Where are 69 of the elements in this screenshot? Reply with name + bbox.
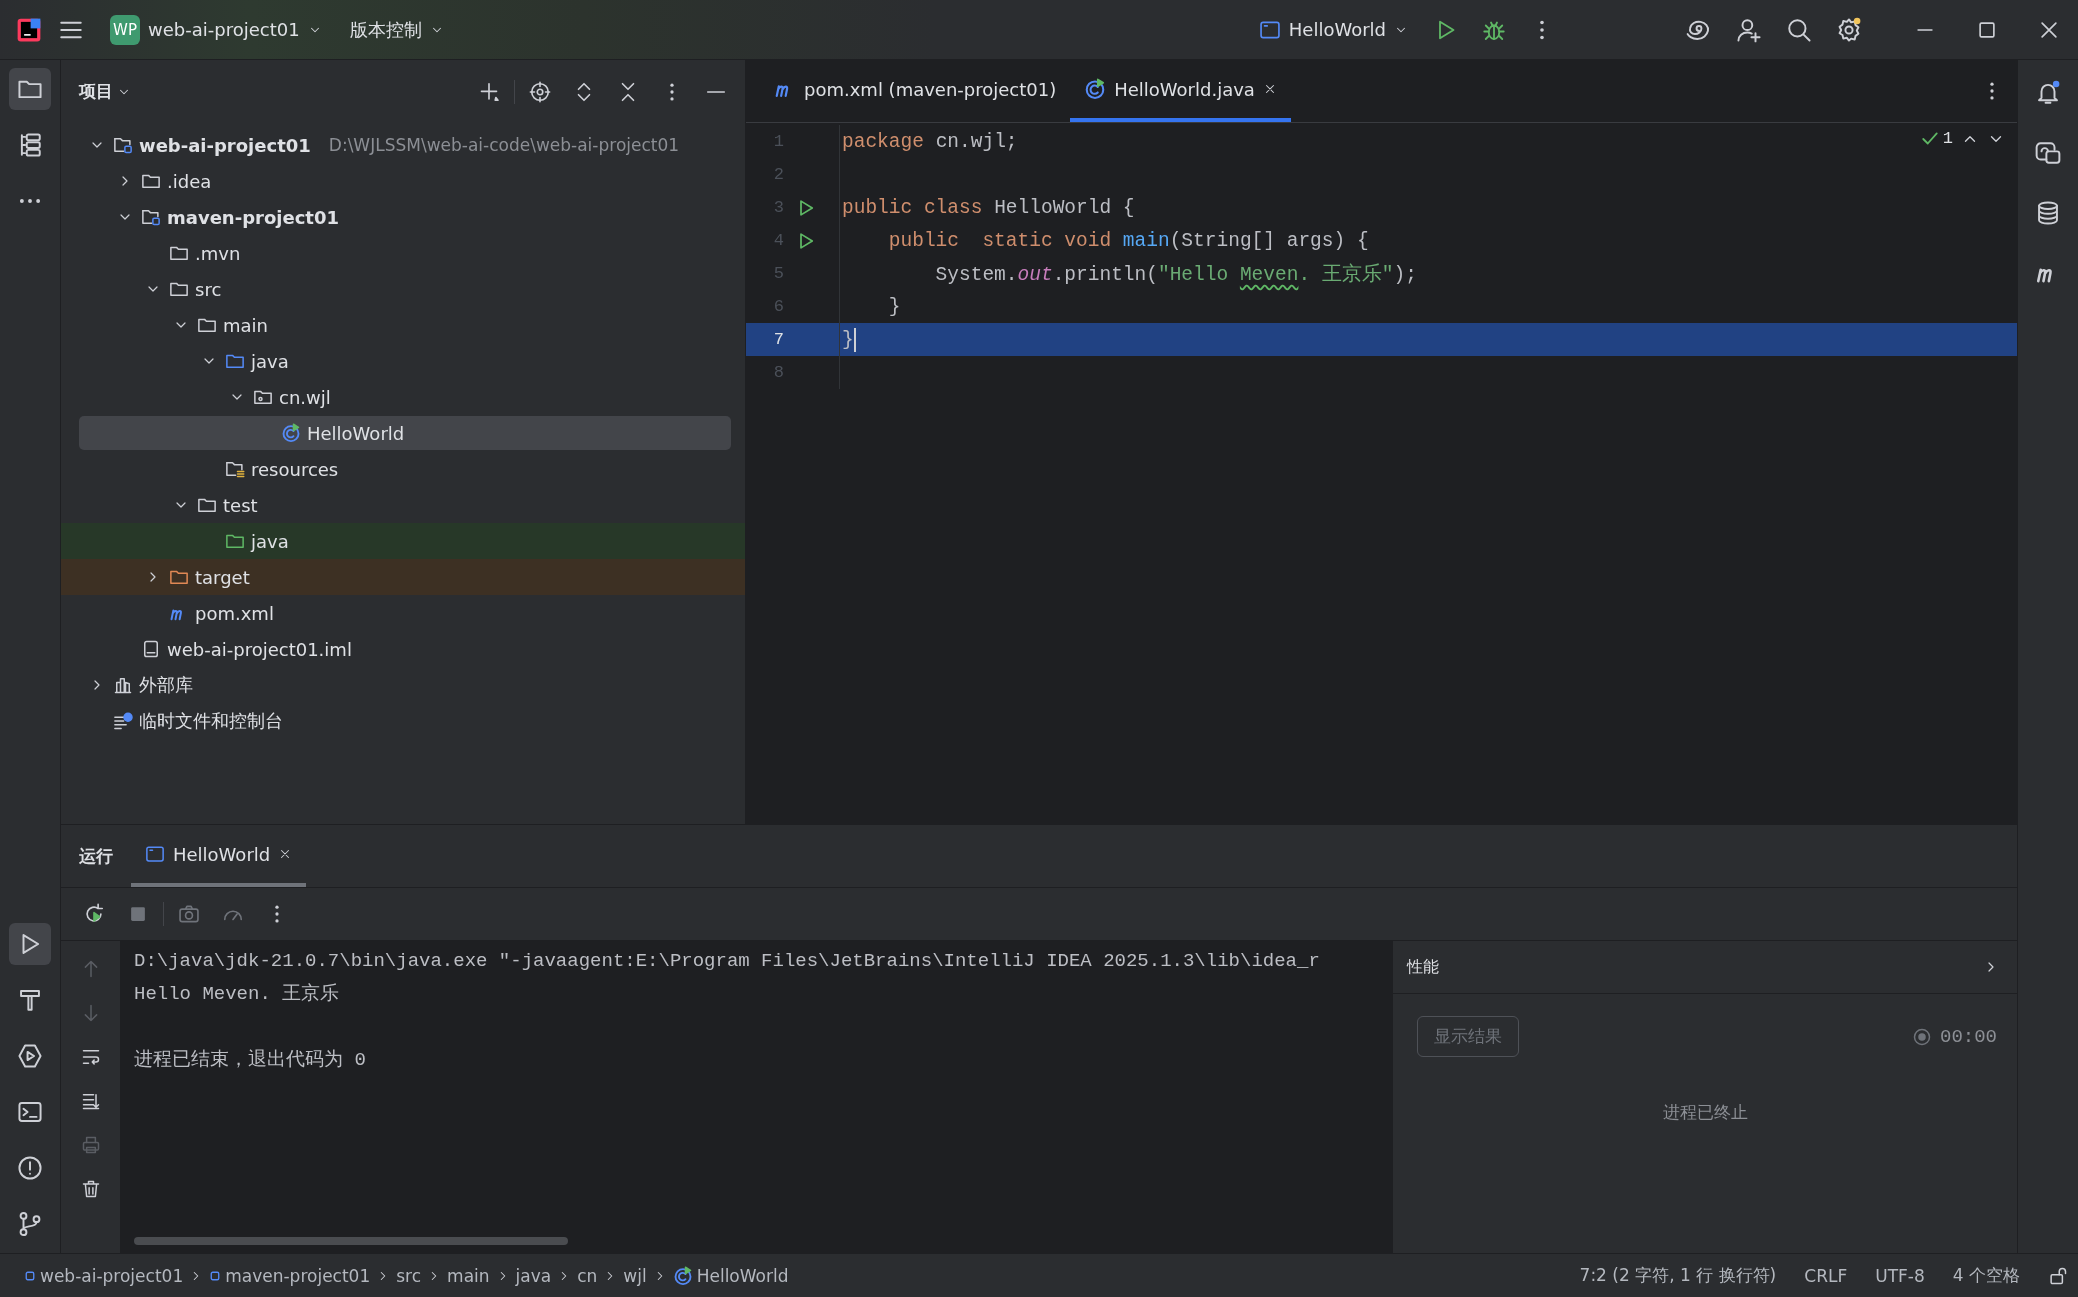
tree-item[interactable]: cn.wjl	[79, 380, 731, 414]
module-icon	[209, 1269, 222, 1282]
tree-item[interactable]: web-ai-project01 D:\WJLSSM\web-ai-code\web-ai-project01	[79, 128, 731, 162]
editor-tab[interactable]: HelloWorld.java	[1070, 60, 1291, 122]
class-icon	[672, 1265, 693, 1286]
run-icon[interactable]	[9, 923, 51, 965]
tree-item[interactable]: src	[79, 272, 731, 306]
breadcrumb[interactable]: maven-project01	[209, 1265, 371, 1286]
scratch-icon	[113, 711, 133, 731]
tree-item[interactable]: pom.xml	[79, 596, 731, 630]
status-item[interactable]: 7:2 (2 字符, 1 行 换行符)	[1579, 1264, 1777, 1287]
class-icon	[281, 423, 301, 443]
panel-title: 运行	[79, 844, 113, 868]
panel-title[interactable]: 项目	[79, 80, 113, 103]
code-line: System.out.println("Hello Meven. 王京乐");	[934, 262, 1417, 287]
console-line: D:\java\jdk-21.0.7\bin\java.exe "-javaagent:E:\Program Files\JetBrains\IntelliJ IDEA 2025.1.3\lib\idea_r	[134, 949, 1321, 974]
tree-item[interactable]: resources	[79, 452, 731, 486]
breadcrumb[interactable]: java	[515, 1265, 552, 1286]
lock-icon[interactable]	[2048, 1265, 2068, 1286]
project-badge: WP	[110, 14, 140, 45]
app-logo-icon[interactable]	[16, 16, 42, 43]
code-line: }	[887, 295, 901, 318]
tree-item[interactable]: 外部库	[79, 668, 731, 702]
tree-item[interactable]: main	[79, 308, 731, 342]
file-icon	[141, 639, 161, 659]
status-item[interactable]: 4 个空格	[1952, 1264, 2020, 1287]
resource-folder-icon	[225, 459, 245, 479]
panel-title: 性能	[1407, 956, 1439, 978]
vcs-menu[interactable]: 版本控制	[339, 11, 454, 48]
module-icon	[24, 1269, 36, 1282]
breadcrumb[interactable]: main	[447, 1265, 490, 1286]
run-config-selector[interactable]: HelloWorld	[1248, 12, 1418, 47]
breadcrumb[interactable]: web-ai-project01	[24, 1265, 184, 1286]
line-number: 7	[772, 330, 784, 349]
run-tab[interactable]: HelloWorld	[131, 825, 307, 887]
scrollbar[interactable]	[134, 1237, 568, 1245]
code-line: }	[842, 327, 856, 352]
console-line: Hello Meven. 王京乐	[134, 982, 341, 1007]
breadcrumb[interactable]: HelloWorld	[672, 1265, 789, 1286]
breadcrumb[interactable]: cn	[577, 1265, 598, 1286]
breadcrumb[interactable]: src	[396, 1265, 422, 1286]
status-text: 进程已终止	[1661, 1101, 1749, 1124]
class-icon	[1084, 78, 1107, 100]
console-window-icon	[145, 844, 165, 864]
tree-item[interactable]: .idea	[79, 164, 731, 198]
timer: 00:00	[1940, 1025, 1997, 1048]
tree-item[interactable]: HelloWorld	[79, 416, 731, 450]
folder-icon[interactable]	[9, 68, 51, 110]
tree-item[interactable]: maven-project01	[79, 200, 731, 234]
module-folder-icon	[113, 135, 133, 155]
code-line: public class HelloWorld {	[842, 196, 1135, 219]
project-path: D:\WJLSSM\web-ai-code\web-ai-project01	[328, 135, 680, 155]
status-item[interactable]: CRLF	[1804, 1265, 1848, 1286]
inspection-status[interactable]: 1	[1920, 129, 1953, 148]
module-folder-icon	[141, 207, 161, 227]
tree-item[interactable]: 临时文件和控制台	[79, 704, 731, 738]
tree-item[interactable]: .mvn	[79, 236, 731, 270]
project-selector[interactable]: WP web-ai-project01	[100, 8, 332, 51]
console-line: 进程已结束，退出代码为 0	[134, 1048, 367, 1073]
code-line: package cn.wjl;	[842, 130, 1018, 153]
status-item[interactable]: UTF-8	[1875, 1265, 1925, 1286]
record-icon	[1912, 1026, 1932, 1047]
tree-item[interactable]: web-ai-project01.iml	[79, 632, 731, 666]
tree-item[interactable]: test	[79, 488, 731, 522]
tree-item[interactable]: java	[79, 344, 731, 378]
breadcrumb[interactable]: wjl	[623, 1265, 647, 1286]
library-icon	[113, 675, 133, 695]
code-line: public static void main(String[] args) {	[887, 229, 1369, 252]
editor-tab[interactable]: pom.xml (maven-project01)	[760, 60, 1071, 122]
